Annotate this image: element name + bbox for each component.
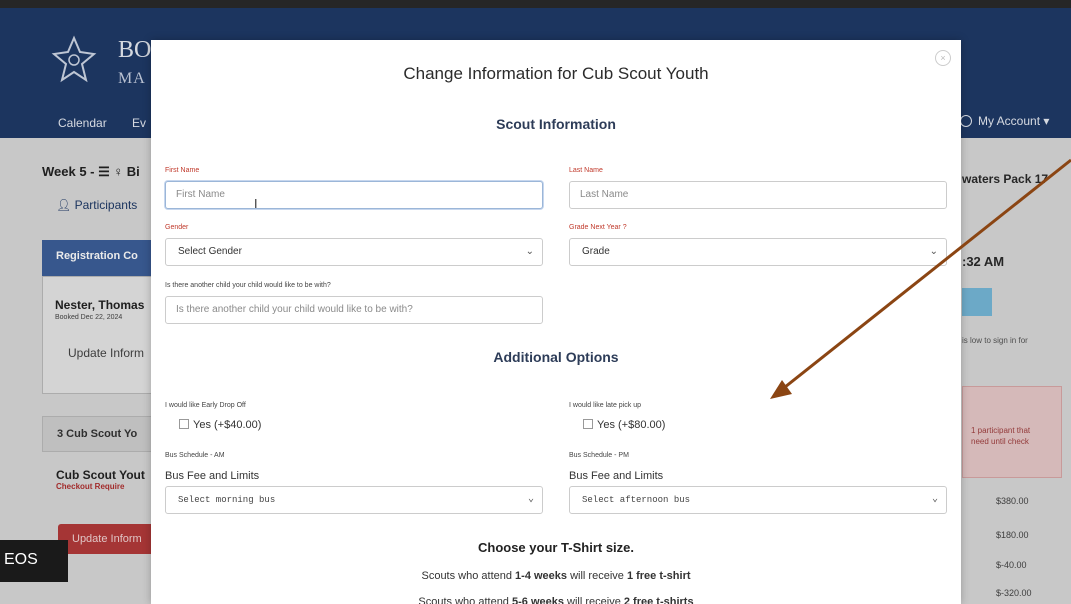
last-name-field[interactable]: Last Name <box>569 181 947 209</box>
scout-information-heading: Scout Information <box>496 116 616 132</box>
tshirt-info-line-1: Scouts who attend 1-4 weeks will receive… <box>421 570 691 582</box>
first-name-placeholder: First Name <box>176 189 225 200</box>
chevron-down-icon: ⌄ <box>931 494 938 505</box>
last-name-placeholder: Last Name <box>580 189 629 200</box>
tshirt-info-line-2: Scouts who attend 5-6 weeks will receive… <box>418 596 694 604</box>
late-pickup-label: I would like late pick up <box>569 402 641 409</box>
text-cursor-icon: I <box>254 197 258 211</box>
grade-select[interactable]: Grade ⌄ <box>569 238 947 266</box>
early-dropoff-option-label: Yes (+$40.00) <box>193 419 262 431</box>
last-name-label: Last Name <box>569 167 603 174</box>
buddy-field[interactable]: Is there another child your child would … <box>165 296 543 324</box>
videos-overlay-badge[interactable]: EOS <box>0 540 68 582</box>
tshirt-heading: Choose your T-Shirt size. <box>477 540 635 555</box>
late-pickup-option[interactable]: Yes (+$80.00) <box>583 419 665 431</box>
change-info-modal: × Change Information for Cub Scout Youth… <box>151 40 961 604</box>
chevron-down-icon: ⌄ <box>929 246 938 257</box>
morning-bus-select[interactable]: Select morning bus ⌄ <box>165 486 543 514</box>
modal-title: Change Information for Cub Scout Youth <box>403 64 709 83</box>
afternoon-bus-select[interactable]: Select afternoon bus ⌄ <box>569 486 947 514</box>
first-name-field[interactable]: First Name I <box>165 181 543 211</box>
chevron-down-icon: ⌄ <box>527 494 534 505</box>
early-dropoff-option[interactable]: Yes (+$40.00) <box>179 419 261 431</box>
gender-select[interactable]: Select Gender ⌄ <box>165 238 543 266</box>
early-dropoff-label: I would like Early Drop Off <box>165 402 246 409</box>
buddy-placeholder: Is there another child your child would … <box>176 304 413 315</box>
afternoon-bus-value: Select afternoon bus <box>582 495 691 505</box>
morning-bus-value: Select morning bus <box>178 495 276 505</box>
late-pickup-option-label: Yes (+$80.00) <box>597 419 666 431</box>
early-dropoff-checkbox[interactable] <box>179 419 189 429</box>
chevron-down-icon: ⌄ <box>525 246 534 257</box>
gender-value: Select Gender <box>178 246 242 257</box>
gender-label: Gender <box>165 224 189 231</box>
additional-options-heading: Additional Options <box>493 349 619 365</box>
bus-am-label: Bus Schedule - AM <box>165 452 225 459</box>
grade-value: Grade <box>582 246 610 257</box>
late-pickup-checkbox[interactable] <box>583 419 593 429</box>
first-name-label: First Name <box>165 167 200 174</box>
bus-pm-fee-title: Bus Fee and Limits <box>569 470 664 482</box>
bus-am-fee-title: Bus Fee and Limits <box>165 470 260 482</box>
grade-label: Grade Next Year ? <box>569 224 627 231</box>
bus-pm-label: Bus Schedule - PM <box>569 452 629 459</box>
buddy-label: Is there another child your child would … <box>165 282 331 289</box>
